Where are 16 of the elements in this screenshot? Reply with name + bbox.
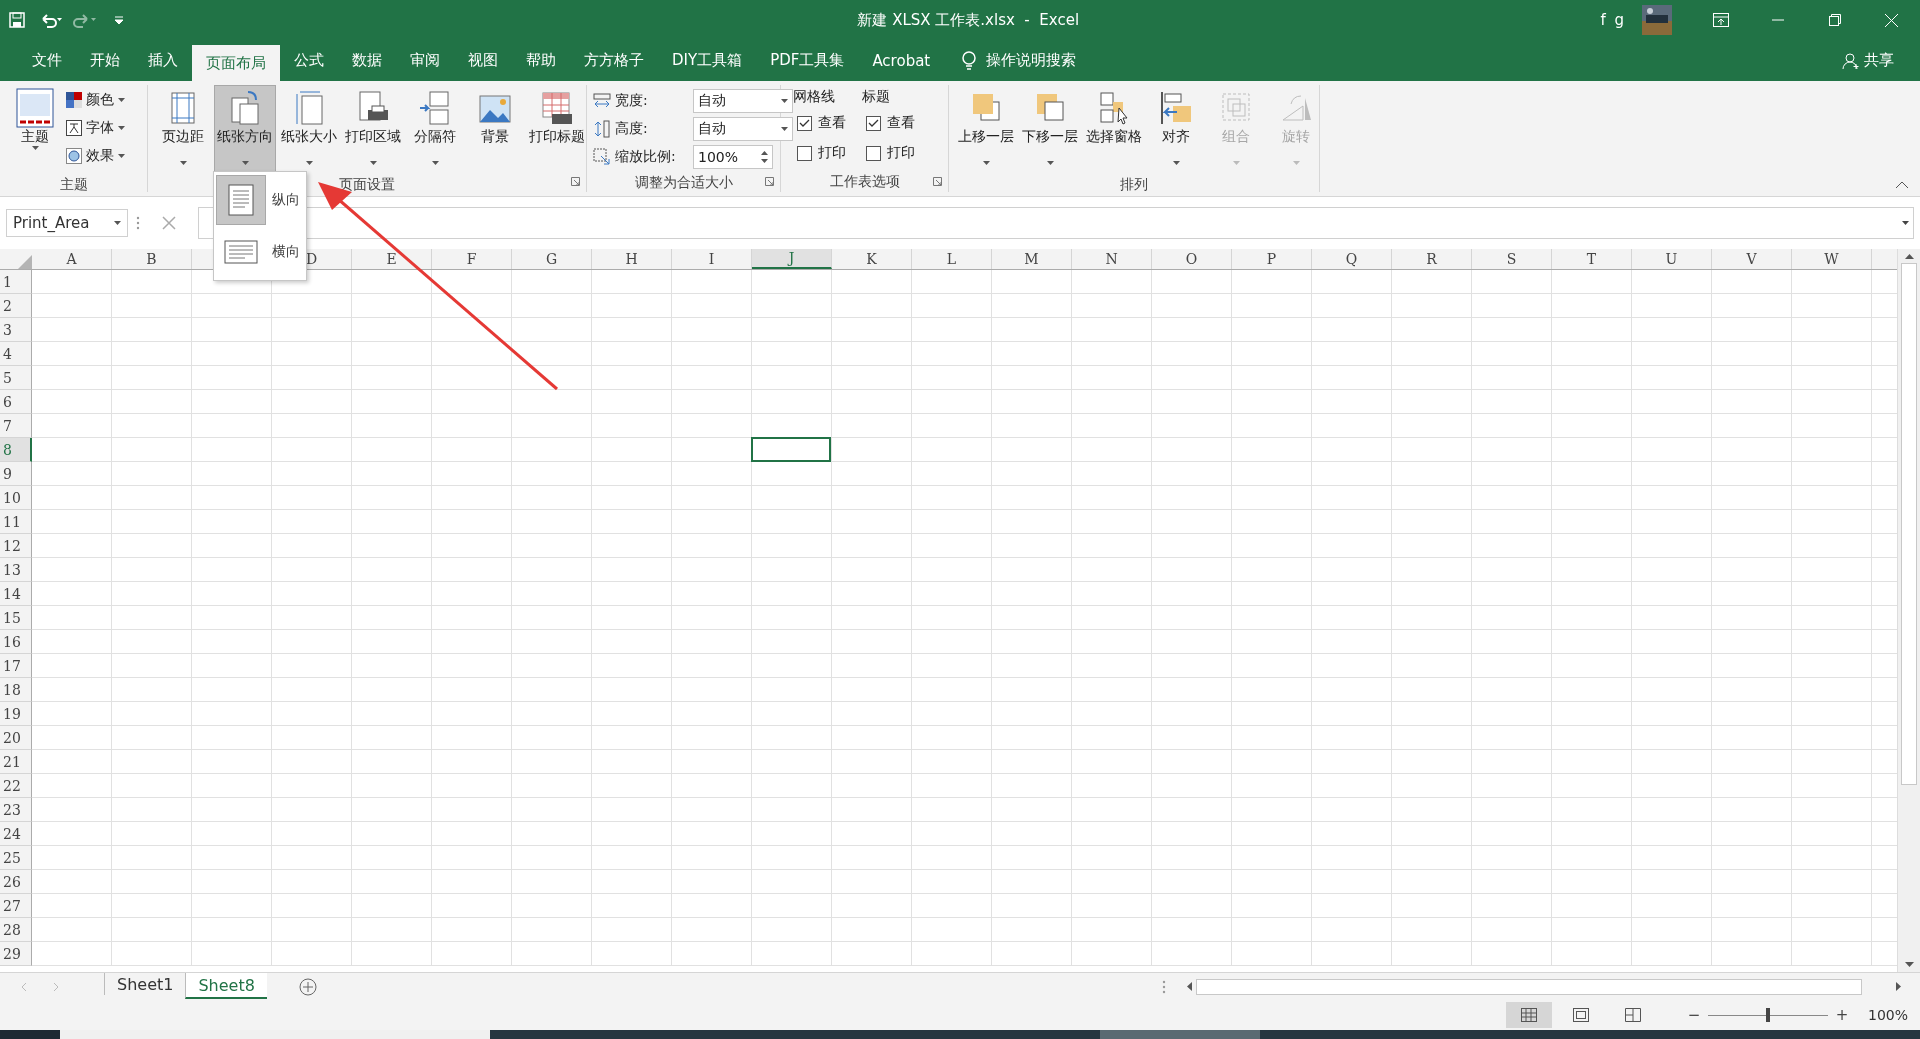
field-label: 高度:	[615, 120, 649, 138]
group-label: 调整为合适大小	[634, 173, 733, 192]
group-label: 主题	[59, 175, 88, 194]
checkbox-label: 查看	[887, 114, 915, 132]
window-title: 新建 XLSX 工作表.xlsx - Excel	[856, 10, 1081, 30]
option-title: 标题	[862, 87, 891, 106]
option-title: 网格线	[793, 87, 836, 106]
field-label: 宽度:	[615, 92, 649, 110]
checkbox-label: 查看	[818, 114, 846, 132]
checkbox-label: 打印	[818, 144, 846, 162]
group-label: 页面设置	[339, 175, 395, 194]
group-label: 排列	[1120, 175, 1148, 194]
field-label: 缩放比例:	[615, 148, 677, 166]
user-name: f g	[1600, 11, 1626, 29]
checkbox-label: 打印	[887, 144, 915, 162]
group-label: 工作表选项	[829, 172, 900, 191]
